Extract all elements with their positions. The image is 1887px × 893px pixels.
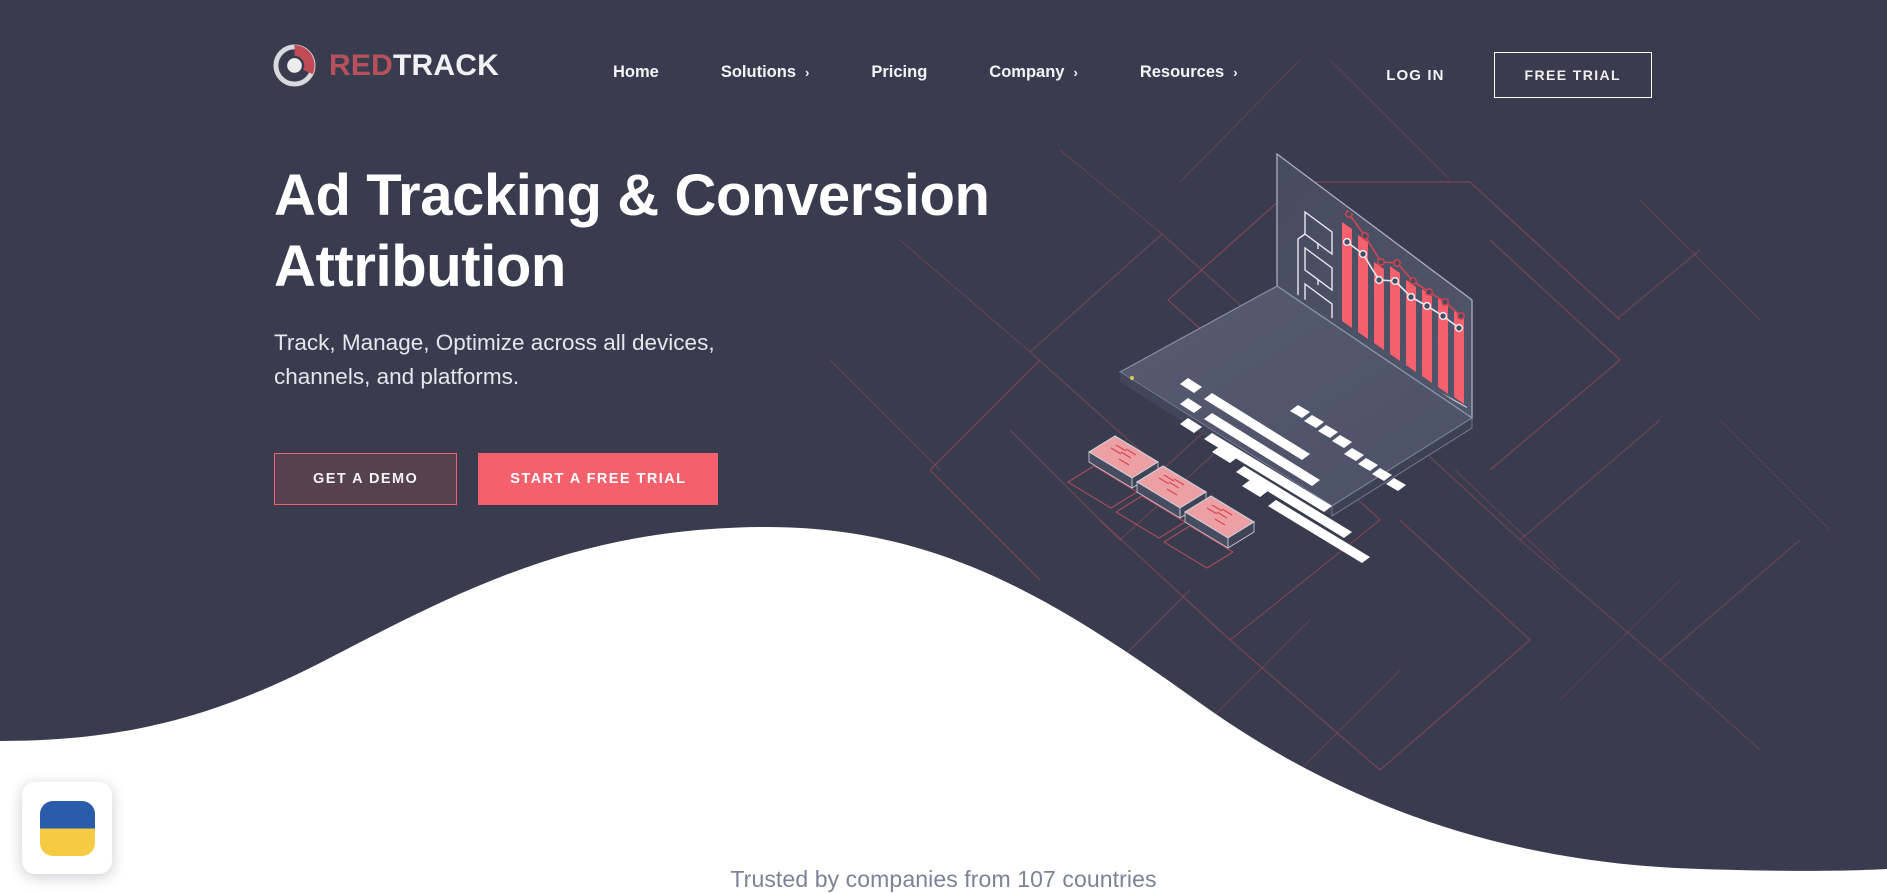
page-title: Ad Tracking & Conversion Attribution	[274, 163, 990, 299]
free-trial-button[interactable]: FREE TRIAL	[1493, 52, 1652, 98]
redtrack-donut-logo-icon	[273, 44, 316, 87]
page-root: REDTRACK Home Solutions › Pricing Compan…	[0, 0, 1887, 893]
chevron-right-icon: ›	[805, 65, 810, 80]
login-link[interactable]: LOG IN	[1384, 61, 1446, 90]
nav-item-home[interactable]: Home	[613, 55, 659, 90]
ukraine-flag-icon	[39, 800, 95, 856]
nav-item-pricing[interactable]: Pricing	[871, 55, 927, 90]
hinge-dot	[1129, 375, 1135, 381]
logo[interactable]: REDTRACK	[273, 44, 499, 87]
chevron-right-icon: ›	[1233, 65, 1238, 80]
nav-item-label: Solutions	[720, 63, 797, 81]
trusted-by-text: Trusted by companies from 107 countries	[730, 866, 1157, 892]
nav-item-label: Resources	[1139, 63, 1225, 81]
logo-word-track: TRACK	[392, 48, 499, 82]
site-header: REDTRACK Home Solutions › Pricing Compan…	[0, 0, 1887, 115]
main-navigation: Home Solutions › Pricing Company › Resou…	[613, 55, 1238, 90]
logo-text: REDTRACK	[329, 49, 499, 83]
nav-item-company[interactable]: Company ›	[989, 55, 1078, 90]
chevron-right-icon: ›	[1073, 65, 1078, 80]
header-auth-actions: LOG IN FREE TRIAL	[1384, 52, 1652, 98]
nav-item-solutions[interactable]: Solutions ›	[721, 55, 810, 90]
ukraine-flag-widget[interactable]	[22, 782, 112, 874]
hero-subtitle: Track, Manage, Optimize across all devic…	[274, 330, 715, 389]
nav-item-resources[interactable]: Resources ›	[1140, 55, 1238, 90]
nav-item-label: Pricing	[871, 63, 928, 81]
nav-item-label: Company	[989, 63, 1065, 81]
nav-item-label: Home	[613, 63, 659, 81]
hero-section: Ad Tracking & Conversion Attribution Tra…	[274, 160, 1094, 505]
section-wave-divider	[0, 526, 1887, 893]
logo-word-red: RED	[329, 48, 393, 82]
